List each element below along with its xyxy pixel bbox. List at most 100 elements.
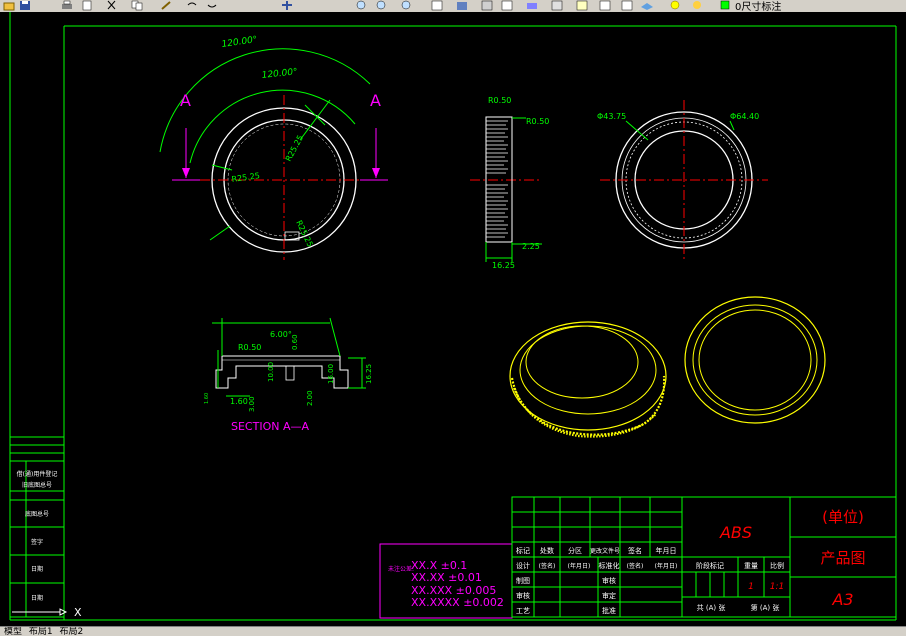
left-strip-label: 借(通)用件登记 (17, 470, 58, 478)
title-block-cell: 审定 (602, 591, 616, 600)
tolerance-line: XX.XX ±0.01 (411, 571, 482, 584)
title-block-cell: 工艺 (516, 607, 530, 615)
section-h3: 16.00 (327, 364, 335, 384)
title-block-cell: 批准 (602, 606, 616, 615)
cut-icon[interactable] (105, 0, 119, 11)
layer-state-icon[interactable] (620, 0, 634, 11)
top-view: 120.00° 120.00° A A R25.25 R25.25 R25.25 (159, 35, 388, 260)
side-radius-1: R0.50 (488, 96, 511, 105)
title-block-cell: (年月日) (568, 562, 591, 570)
calc-icon[interactable] (550, 0, 564, 11)
angle-dim-outer (159, 48, 371, 153)
side-radius-2: R0.50 (526, 117, 549, 126)
title-block: 标记 处数 分区 更改文件号 签名 年月日 设计 (签名) (年月日) 标准化 … (511, 496, 897, 618)
help-icon[interactable] (575, 0, 589, 11)
title-block-cell: (年月日) (655, 562, 678, 570)
stage-header: 比例 (770, 561, 784, 570)
bulb-icon[interactable] (668, 0, 682, 11)
layer-manager-icon[interactable] (640, 0, 654, 11)
section-h1: 0.60 (291, 334, 299, 350)
section-h2: 10.00 (267, 362, 275, 382)
title-block-header: 标记 (516, 546, 530, 555)
knurl-pattern (486, 120, 508, 238)
left-strip-label: 日期 (31, 565, 43, 573)
side-height: 2.25 (522, 242, 540, 251)
copy-icon[interactable] (130, 0, 144, 11)
save-icon[interactable] (18, 0, 32, 11)
sun-icon[interactable] (690, 0, 704, 11)
tolerance-line: XX.XXXX ±0.002 (411, 596, 504, 609)
sheet-total: 共 (A) 张 (697, 603, 726, 612)
section-radius: R0.50 (238, 343, 261, 352)
markup-icon[interactable] (525, 0, 539, 11)
title-block-cell: 设计 (516, 561, 530, 570)
redo-icon[interactable] (205, 0, 219, 11)
pan-icon[interactable] (280, 0, 294, 11)
drawing-name: 产品图 (820, 549, 865, 567)
iso-view-1 (509, 321, 667, 438)
drawing-svg[interactable]: 借(通)用件登记 旧底图总号 底图总号 签字 日期 日期 X 120.00° 1… (0, 12, 906, 626)
section-w3: 2.00 (306, 390, 314, 406)
design-center-icon[interactable] (455, 0, 469, 11)
sheet-size: A3 (831, 590, 853, 609)
dia-outer: Φ64.40 (730, 112, 759, 121)
left-strip-label: 旧底图总号 (22, 481, 52, 489)
preview-icon[interactable] (80, 0, 94, 11)
angle-dim-inner-text: 120.00° (261, 67, 298, 81)
drawing-canvas[interactable]: 借(通)用件登记 旧底图总号 底图总号 签字 日期 日期 X 120.00° 1… (0, 12, 906, 626)
angle-dim-inner (189, 89, 356, 164)
section-label-left: A (180, 91, 191, 110)
zoom-realtime-icon[interactable] (355, 0, 369, 11)
left-strip-table: 借(通)用件登记 旧底图总号 底图总号 签字 日期 日期 (9, 436, 65, 618)
quantity-value: 1 (748, 582, 754, 592)
undo-icon[interactable] (185, 0, 199, 11)
zoom-previous-icon[interactable] (400, 0, 414, 11)
iso-view-2 (684, 296, 826, 424)
zoom-window-icon[interactable] (375, 0, 389, 11)
tool-palette-icon[interactable] (480, 0, 494, 11)
ucs-x-label: X (74, 606, 82, 619)
sheet-set-icon[interactable] (500, 0, 514, 11)
side-view: R0.50 R0.50 16.25 2.25 (470, 96, 549, 270)
section-view: 6.00° R0.50 0.60 10.00 16.00 16.25 1.60 … (204, 317, 373, 433)
sheet-number: 第 (A) 张 (751, 603, 780, 612)
title-block-cell: (签名) (627, 562, 644, 570)
title-block-cell: 审核 (602, 576, 616, 585)
match-icon[interactable] (160, 0, 174, 11)
properties-icon[interactable] (430, 0, 444, 11)
material-label: ABS (719, 523, 752, 542)
section-label-right: A (370, 91, 381, 110)
section-w4: 1.60 (204, 393, 210, 404)
stage-header: 阶段标记 (696, 561, 724, 570)
company-name: (单位) (822, 508, 864, 526)
radius-dim-1: R25.25 (231, 171, 260, 184)
left-strip-label: 底图总号 (25, 510, 49, 518)
left-strip-label: 日期 (31, 594, 43, 602)
title-block-header: 更改文件号 (590, 547, 620, 555)
title-block-cell: 标准化 (599, 561, 620, 570)
bottom-view: Φ43.75 Φ64.40 (597, 100, 768, 262)
title-block-cell: 审核 (516, 591, 530, 600)
section-title: SECTION A—A (231, 420, 309, 433)
section-w1: 1.60 (230, 397, 248, 406)
stage-header: 重量 (744, 562, 758, 570)
layers-icon[interactable] (598, 0, 612, 11)
title-block-header: 年月日 (656, 546, 677, 555)
layer-color-swatch-icon[interactable] (718, 0, 732, 11)
open-icon[interactable] (2, 0, 16, 11)
tolerance-box: 未注公差: XX.X ±0.1 XX.XX ±0.01 XX.XXX ±0.00… (379, 543, 513, 619)
print-icon[interactable] (60, 0, 74, 11)
angle-dim-outer-text: 120.00° (221, 35, 258, 50)
side-width: 16.25 (492, 261, 515, 270)
title-block-cell: (签名) (539, 562, 556, 570)
title-block-header: 分区 (568, 546, 582, 555)
section-w2: 3.00 (248, 396, 256, 412)
title-block-header: 签名 (628, 546, 642, 555)
left-strip-label: 签字 (31, 538, 43, 546)
scale-value: 1:1 (770, 582, 784, 592)
title-block-header: 处数 (540, 546, 554, 555)
title-block-cell: 制图 (516, 576, 530, 585)
section-h4: 16.25 (365, 364, 373, 384)
dia-inner: Φ43.75 (597, 112, 626, 121)
section-top-dim: 6.00° (270, 330, 292, 339)
